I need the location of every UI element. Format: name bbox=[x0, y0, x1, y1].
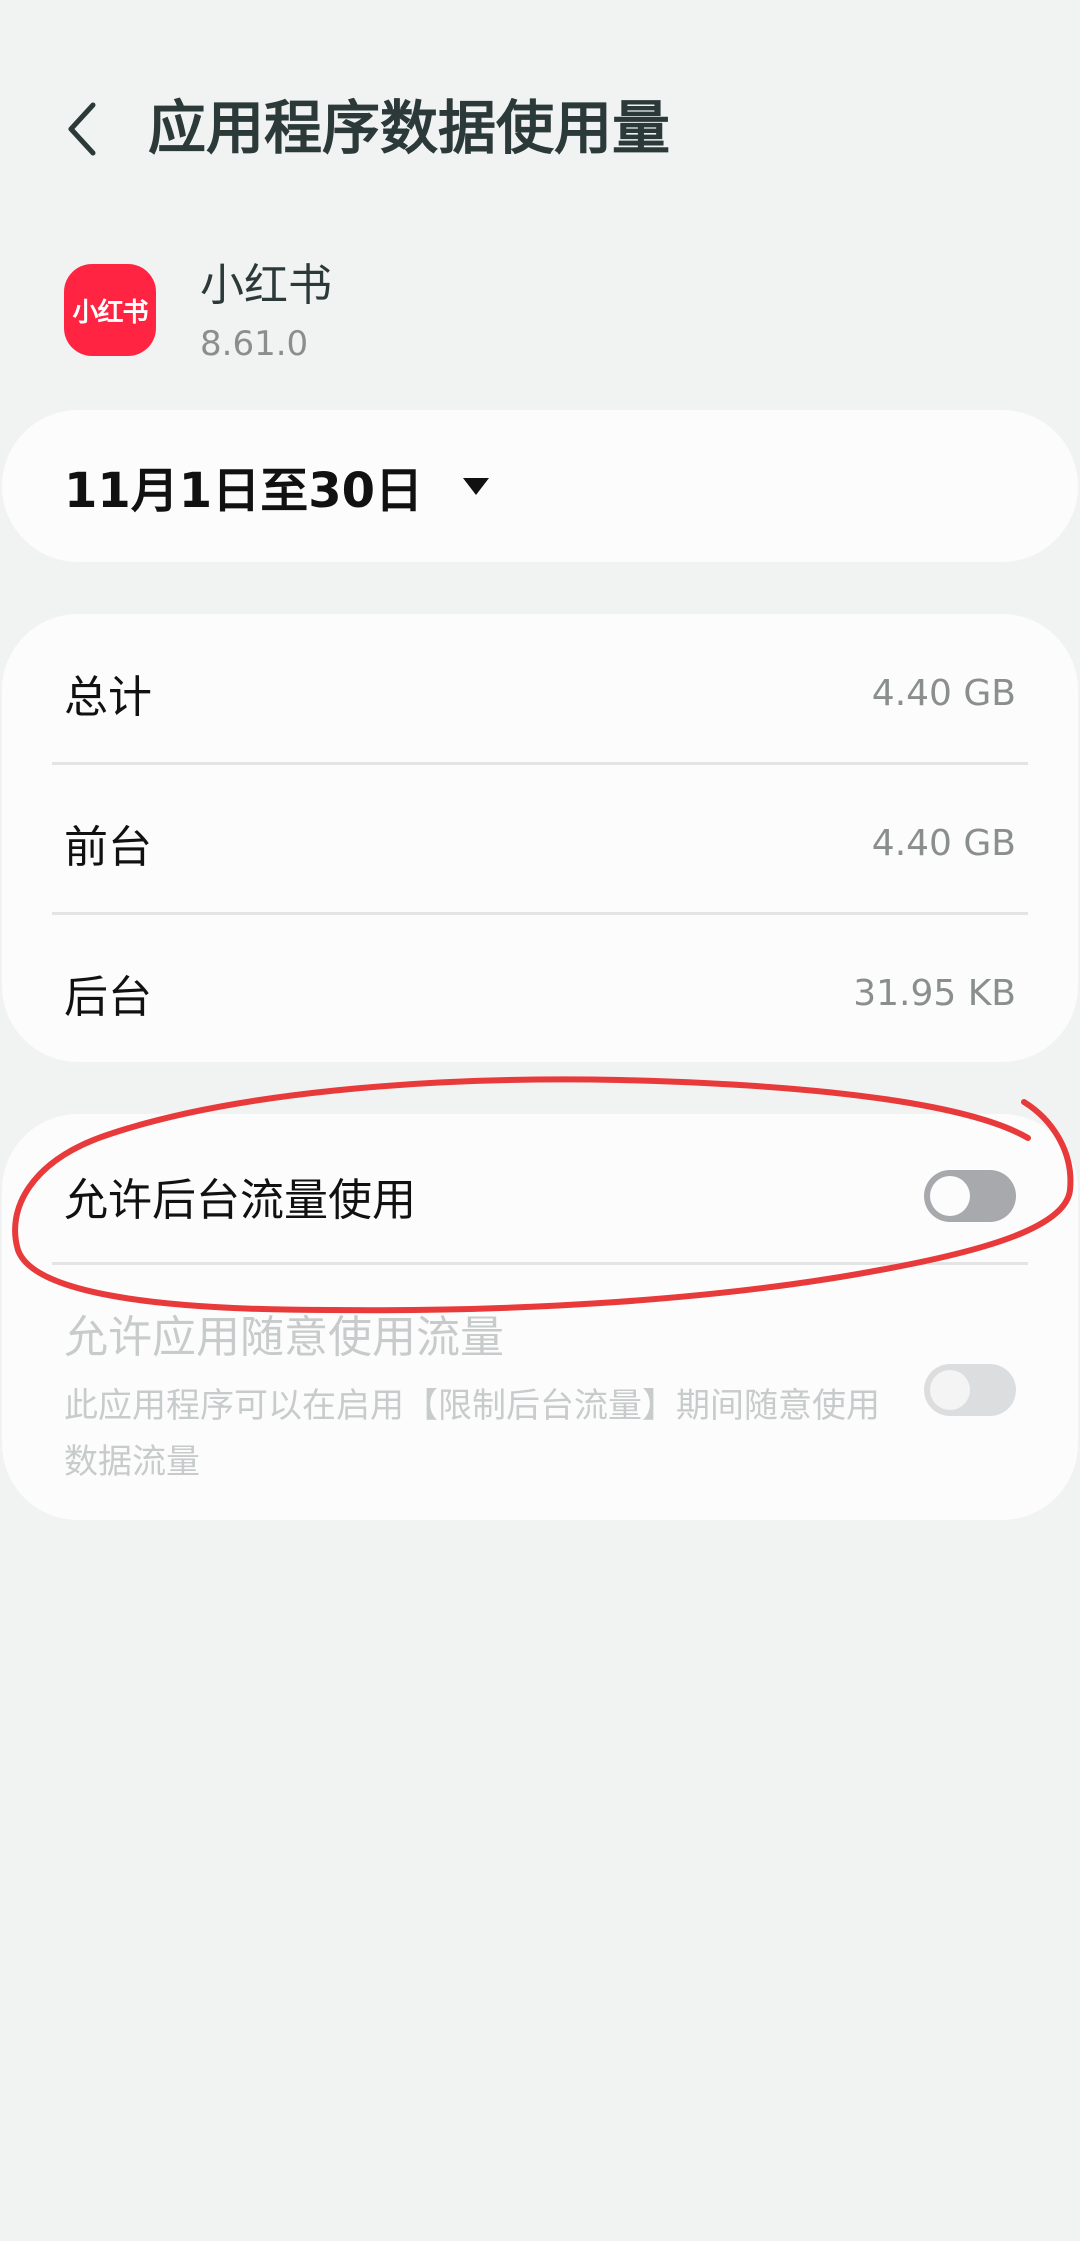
unrestricted-data-toggle bbox=[924, 1364, 1016, 1416]
background-data-toggle[interactable] bbox=[924, 1170, 1016, 1222]
divider bbox=[52, 762, 1028, 765]
unrestricted-data-description: 此应用程序可以在启用【限制后台流量】期间随意使用数据流量 bbox=[64, 1386, 880, 1482]
toggle-knob bbox=[930, 1176, 970, 1216]
usage-row-value: 4.40 GB bbox=[871, 672, 1016, 714]
usage-row-label: 后台 bbox=[64, 972, 152, 1023]
divider bbox=[52, 1262, 1028, 1265]
toggle-knob bbox=[930, 1370, 970, 1410]
page-title: 应用程序数据使用量 bbox=[148, 94, 671, 162]
period-label: 11月1日至30日 bbox=[64, 463, 423, 519]
app-version: 8.61.0 bbox=[200, 324, 309, 364]
app-name: 小红书 bbox=[200, 260, 332, 311]
usage-row-total: 总计 4.40 GB bbox=[64, 658, 1016, 728]
usage-row-foreground: 前台 4.40 GB bbox=[64, 808, 1016, 878]
divider bbox=[52, 912, 1028, 915]
caret-down-icon bbox=[463, 477, 489, 495]
usage-row-label: 前台 bbox=[64, 822, 152, 873]
background-data-row[interactable]: 允许后台流量使用 bbox=[64, 1158, 1016, 1238]
background-data-label: 允许后台流量使用 bbox=[64, 1175, 416, 1226]
app-icon: 小红书 bbox=[64, 264, 156, 356]
unrestricted-data-label: 允许应用随意使用流量 bbox=[64, 1312, 504, 1363]
usage-row-value: 31.95 KB bbox=[853, 972, 1016, 1014]
usage-row-label: 总计 bbox=[64, 672, 152, 723]
period-selector[interactable]: 11月1日至30日 bbox=[64, 450, 489, 522]
app-icon-label: 小红书 bbox=[72, 297, 148, 328]
usage-row-value: 4.40 GB bbox=[871, 822, 1016, 864]
usage-row-background: 后台 31.95 KB bbox=[64, 958, 1016, 1028]
back-button[interactable] bbox=[48, 84, 118, 174]
chevron-left-icon bbox=[68, 102, 96, 156]
